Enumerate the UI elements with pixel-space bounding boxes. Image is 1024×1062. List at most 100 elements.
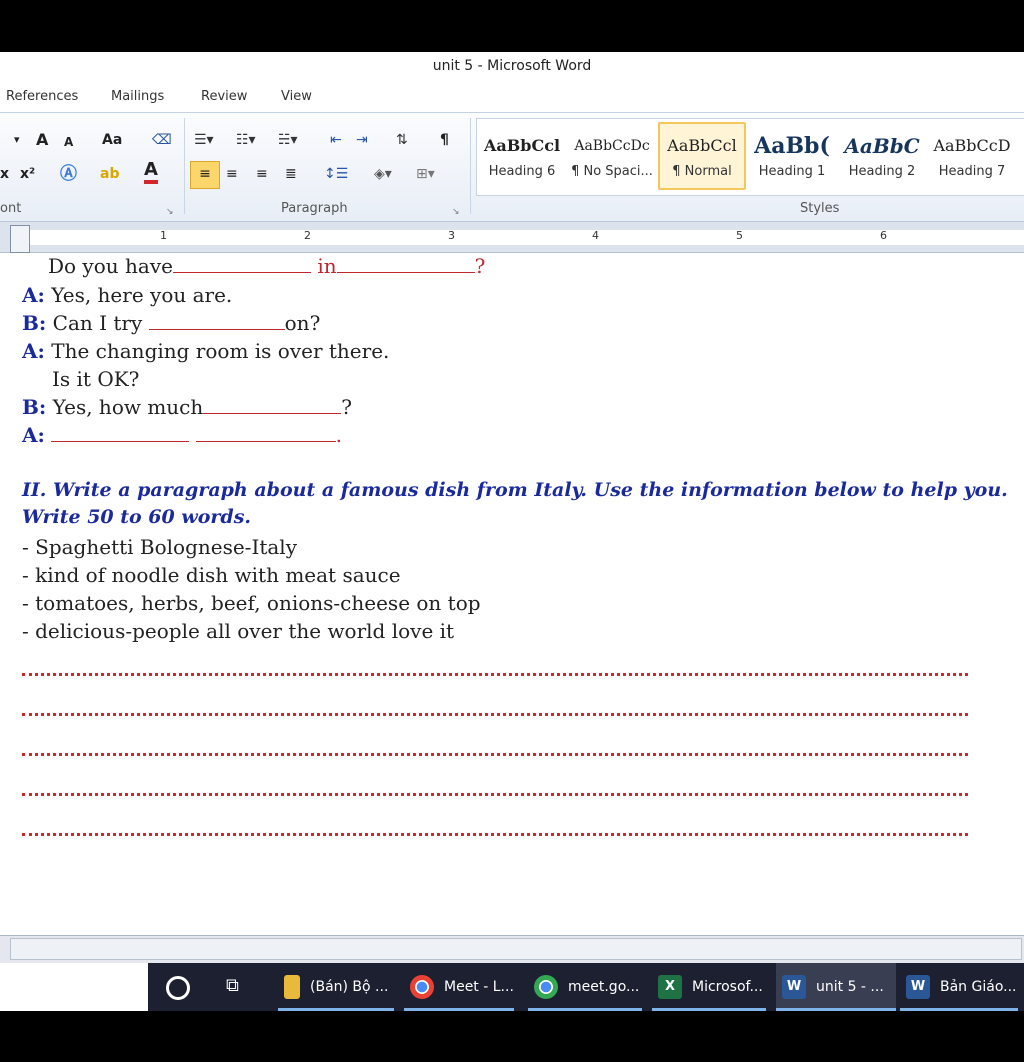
ruler-strip xyxy=(30,230,1024,245)
top-black-bar xyxy=(0,0,1024,52)
blank-field[interactable] xyxy=(51,425,190,442)
justify-icon[interactable]: ≣ xyxy=(285,162,297,186)
folder-icon xyxy=(284,975,300,999)
taskbar-label: Microsof... xyxy=(692,979,763,995)
excel-icon: X xyxy=(658,975,682,999)
scrollbar-thumb[interactable] xyxy=(10,938,1022,960)
sort-icon[interactable]: ⇅ xyxy=(396,128,408,152)
dialogue-text: Is it OK? xyxy=(52,367,140,391)
tab-references[interactable]: References xyxy=(6,89,78,104)
shrink-font-button[interactable]: A xyxy=(64,130,73,154)
increase-indent-icon[interactable]: ⇥ xyxy=(356,128,368,152)
word-icon: W xyxy=(906,975,930,999)
style-heading-7[interactable]: AaBbCcD Heading 7 xyxy=(930,124,1014,188)
section-heading: II. Write a paragraph about a famous dis… xyxy=(22,479,1008,501)
style-heading-2[interactable]: AaBbC Heading 2 xyxy=(840,124,924,188)
change-case-button[interactable]: Aa xyxy=(102,128,122,152)
tab-mailings[interactable]: Mailings xyxy=(111,89,164,104)
style-heading-6[interactable]: AaBbCcl Heading 6 xyxy=(480,124,564,188)
dialogue-text: ? xyxy=(474,254,486,278)
speaker-label: A: xyxy=(22,423,45,447)
ruler-number: 1 xyxy=(160,229,167,242)
font-group-label: ont xyxy=(0,201,22,216)
group-divider xyxy=(470,118,471,214)
dialogue-text: The changing room is over there. xyxy=(51,339,390,363)
style-preview: AaBb( xyxy=(754,133,830,159)
font-dialog-launcher-icon[interactable]: ↘ xyxy=(166,200,174,224)
numbering-icon[interactable]: ☷▾ xyxy=(236,128,256,152)
grow-font-button[interactable]: A xyxy=(36,128,48,152)
multilevel-list-icon[interactable]: ☵▾ xyxy=(278,128,298,152)
style-heading-1[interactable]: AaBb( Heading 1 xyxy=(750,124,834,188)
dialogue-line-3: B: Can I try on? xyxy=(22,311,320,335)
style-no-spacing[interactable]: AaBbCcDc ¶ No Spaci... xyxy=(570,124,654,188)
taskbar-item-folder[interactable]: (Bán) Bộ ... xyxy=(278,963,400,1011)
task-view-icon[interactable]: ⧉ xyxy=(226,976,246,996)
blank-field[interactable] xyxy=(336,256,475,273)
highlight-icon[interactable]: ab xyxy=(100,162,119,186)
group-divider xyxy=(184,118,185,214)
taskbar-label: (Bán) Bộ ... xyxy=(310,979,389,995)
dialogue-text: ? xyxy=(341,395,352,419)
style-name: ¶ No Spaci... xyxy=(571,164,653,179)
dialogue-text: Can I try xyxy=(52,311,143,335)
font-size-dropdown-icon[interactable]: ▾ xyxy=(14,128,20,152)
speaker-label: B: xyxy=(22,311,47,335)
bullet-item: - kind of noodle dish with meat sauce xyxy=(22,563,401,587)
taskbar-item-word-2[interactable]: W Bản Giáo... xyxy=(900,963,1024,1011)
dialogue-line-6: B: Yes, how much? xyxy=(22,395,352,419)
tab-view[interactable]: View xyxy=(281,89,312,104)
superscript-button[interactable]: x² xyxy=(20,162,35,186)
align-center-icon[interactable]: ≡ xyxy=(226,162,238,186)
style-name: Heading 1 xyxy=(758,164,826,179)
style-normal[interactable]: AaBbCcl ¶ Normal xyxy=(658,122,746,190)
tab-review[interactable]: Review xyxy=(201,89,247,104)
style-preview: AaBbCcl xyxy=(667,136,737,155)
text-effects-icon[interactable]: Ⓐ xyxy=(60,162,77,186)
taskbar-search-box[interactable] xyxy=(0,963,148,1011)
ruler-number: 3 xyxy=(448,229,455,242)
decrease-indent-icon[interactable]: ⇤ xyxy=(330,128,342,152)
line-spacing-icon[interactable]: ↕☰ xyxy=(324,162,348,186)
writing-line[interactable] xyxy=(22,673,968,676)
ruler-number: 2 xyxy=(304,229,311,242)
style-name: Heading 6 xyxy=(488,164,556,179)
writing-line[interactable] xyxy=(22,833,968,836)
subscript-button[interactable]: x xyxy=(0,162,9,186)
bullets-icon[interactable]: ☰▾ xyxy=(194,128,214,152)
dialogue-line-2: A: Yes, here you are. xyxy=(22,283,232,307)
blank-field[interactable] xyxy=(172,256,311,273)
show-formatting-button[interactable]: ¶ xyxy=(440,128,449,152)
paragraph-dialog-launcher-icon[interactable]: ↘ xyxy=(452,200,460,224)
blank-field[interactable] xyxy=(148,313,285,330)
ruler-number: 5 xyxy=(736,229,743,242)
shading-icon[interactable]: ◈▾ xyxy=(374,162,392,186)
writing-line[interactable] xyxy=(22,713,968,716)
borders-icon[interactable]: ⊞▾ xyxy=(416,162,435,186)
speaker-label: A: xyxy=(22,339,45,363)
dialogue-text: on? xyxy=(284,311,321,335)
writing-line[interactable] xyxy=(22,753,968,756)
writing-line[interactable] xyxy=(22,793,968,796)
taskbar-label: Bản Giáo... xyxy=(940,979,1017,995)
taskbar-item-meet-2[interactable]: meet.go... xyxy=(528,963,648,1011)
indent-marker-icon[interactable] xyxy=(10,225,30,253)
align-right-icon[interactable]: ≡ xyxy=(256,162,268,186)
style-preview: AaBbCcl xyxy=(483,136,561,155)
align-left-icon[interactable]: ≡ xyxy=(190,161,220,189)
style-preview: AaBbC xyxy=(844,134,920,158)
taskbar-item-word-unit5[interactable]: Wunit 5 - ... xyxy=(776,963,896,1011)
font-color-button[interactable]: A xyxy=(144,160,158,184)
clear-formatting-icon[interactable]: ⌫ xyxy=(152,128,172,152)
dialogue-line-1: Do you have in? xyxy=(48,254,485,278)
cortana-icon[interactable] xyxy=(166,976,190,1000)
styles-group-label: Styles xyxy=(800,201,840,216)
taskbar-item-excel[interactable]: X Microsof... xyxy=(652,963,772,1011)
blank-field[interactable] xyxy=(203,397,342,414)
word-icon: W xyxy=(782,975,806,999)
dialogue-text: Yes, how much xyxy=(52,395,204,419)
blank-field[interactable] xyxy=(195,425,336,442)
taskbar-label: meet.go... xyxy=(568,979,640,995)
taskbar-item-meet-1[interactable]: Meet - L... xyxy=(404,963,520,1011)
dialogue-line-7: A: . xyxy=(22,423,342,447)
